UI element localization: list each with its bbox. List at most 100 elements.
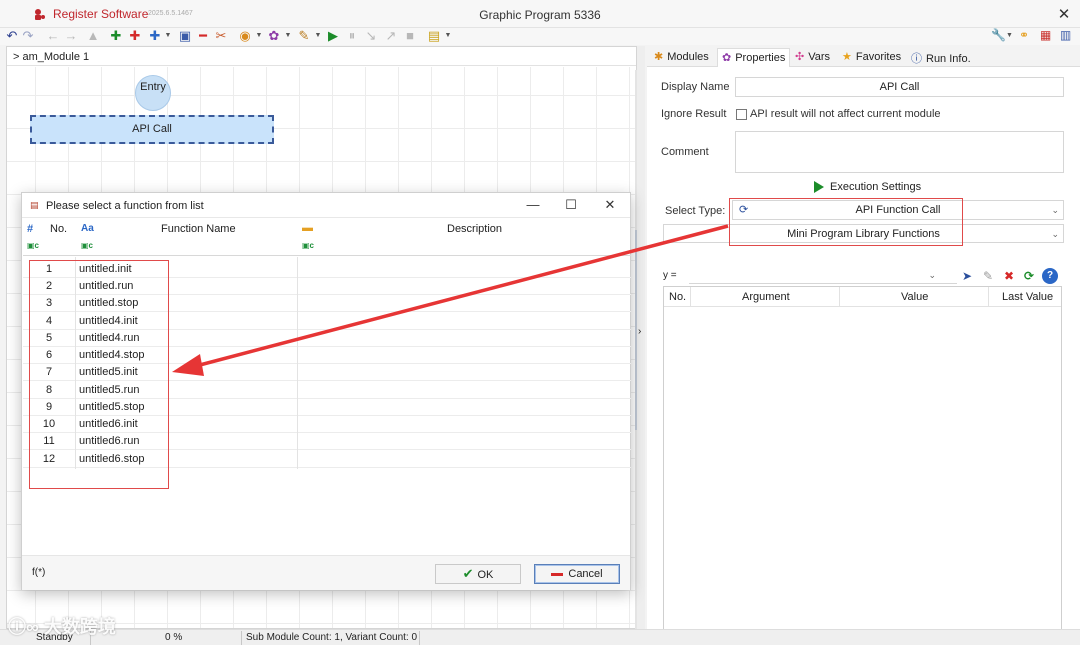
- refresh-icon[interactable]: ⟳: [1021, 268, 1037, 284]
- tab-label: Modules: [667, 51, 709, 63]
- redo-icon[interactable]: ↷: [21, 28, 35, 43]
- column-divider: [988, 287, 989, 307]
- chevron-down-icon: ⌄: [1051, 205, 1059, 215]
- document-dropdown-icon[interactable]: ▼: [441, 28, 455, 43]
- col-description[interactable]: Description: [447, 223, 502, 235]
- execution-settings-button[interactable]: Execution Settings: [814, 181, 922, 194]
- properties-panel: Display Name API Call Ignore Result API …: [647, 67, 1080, 630]
- arrow-right-icon[interactable]: →: [64, 28, 78, 43]
- comment-label: Comment: [661, 146, 709, 158]
- window-close-button[interactable]: ✕: [1056, 5, 1072, 23]
- watermark-text: 大数跨境: [43, 617, 116, 637]
- calendar-icon[interactable]: ▦: [1040, 28, 1051, 43]
- vars-icon: ✣: [795, 51, 805, 63]
- panel-splitter[interactable]: ›: [637, 46, 645, 629]
- filter-icon[interactable]: ▣c: [81, 241, 93, 250]
- cut-icon[interactable]: ✂: [214, 28, 228, 43]
- refresh-dropdown-icon[interactable]: ▼: [252, 28, 266, 43]
- execution-settings-label: Execution Settings: [830, 181, 922, 193]
- play-icon: [814, 181, 824, 194]
- dialog-footer: f(*) ✔ OK Cancel: [22, 555, 630, 590]
- arrow-up-icon[interactable]: ▲: [86, 28, 100, 43]
- cancel-button[interactable]: Cancel: [534, 564, 620, 584]
- collapse-arrow-icon[interactable]: ›: [638, 326, 641, 337]
- copy-icon[interactable]: ▣: [178, 28, 192, 43]
- layout-icon[interactable]: ▥: [1060, 28, 1071, 43]
- undo-icon[interactable]: ↶: [5, 28, 19, 43]
- edit-icon[interactable]: ✎: [297, 28, 311, 43]
- pencil-icon[interactable]: ✎: [980, 268, 996, 284]
- column-divider: [839, 287, 840, 307]
- function-list-icon: ▤: [30, 200, 39, 210]
- display-name-field[interactable]: API Call: [735, 77, 1064, 97]
- tab-label: Run Info.: [926, 53, 971, 65]
- chevron-down-icon: ⌄: [928, 270, 936, 280]
- gear-icon: ✿: [722, 52, 732, 64]
- col-function-name[interactable]: Function Name: [161, 223, 236, 235]
- watermark-logo-icon: ⓘ∞: [8, 617, 39, 637]
- ignore-result-checkbox[interactable]: [736, 109, 747, 120]
- arrow-left-icon[interactable]: ←: [46, 28, 60, 43]
- right-tabs: ✱ Modules ✿ Properties ✣ Vars ★ Favorites ⓘ R…: [647, 45, 1080, 67]
- filter-icon[interactable]: ▣c: [27, 241, 39, 250]
- tab-label: Properties: [735, 52, 786, 64]
- wrench-icon[interactable]: 🔧: [991, 28, 1006, 43]
- add-blue-icon[interactable]: ✚: [148, 28, 162, 43]
- tab-label: Favorites: [855, 51, 902, 63]
- args-col-value: Value: [901, 291, 929, 303]
- tab-favorites[interactable]: ★ Favorites: [838, 48, 905, 67]
- help-icon[interactable]: ?: [1042, 268, 1058, 284]
- tab-label: Vars: [808, 51, 831, 63]
- add-red-icon[interactable]: ✚: [128, 28, 142, 43]
- filter-icon[interactable]: ▣c: [302, 241, 314, 250]
- chevron-down-icon: ⌄: [1051, 229, 1059, 239]
- remove-icon[interactable]: ━: [196, 28, 210, 43]
- expression-row[interactable]: y = ⌄: [663, 270, 957, 284]
- settings-icon[interactable]: ✿: [267, 28, 281, 43]
- dialog-title: Please select a function from list: [46, 200, 204, 212]
- annotation-highlight-box: [729, 198, 963, 246]
- col-no[interactable]: No.: [50, 223, 67, 235]
- folder-icon: ▬: [302, 222, 313, 234]
- expression-prefix: y =: [663, 270, 677, 281]
- tab-run-info[interactable]: ⓘ Run Info.: [907, 48, 975, 67]
- wrench-dropdown-icon[interactable]: ▼: [1006, 28, 1013, 43]
- app-logo-icon: [35, 9, 45, 20]
- arguments-table-header: No. Argument Value Last Value: [664, 287, 1061, 307]
- cancel-label: Cancel: [568, 568, 603, 580]
- pause-icon[interactable]: ⏸: [345, 28, 359, 43]
- add-green-icon[interactable]: ✚: [109, 28, 123, 43]
- args-col-no: No.: [669, 291, 687, 303]
- maximize-button[interactable]: ☐: [562, 197, 580, 213]
- delete-icon[interactable]: ✖: [1001, 268, 1017, 284]
- minimize-button[interactable]: —: [524, 197, 542, 213]
- edit-dropdown-icon[interactable]: ▼: [311, 28, 325, 43]
- pointer-icon[interactable]: ➤: [959, 268, 975, 284]
- ok-button[interactable]: ✔ OK: [435, 564, 521, 584]
- minus-icon: [551, 572, 564, 576]
- dialog-close-button[interactable]: ✕: [601, 197, 619, 213]
- document-icon[interactable]: ▤: [427, 28, 441, 43]
- entry-node[interactable]: Entry: [135, 75, 171, 111]
- breadcrumb[interactable]: > am_Module 1: [7, 47, 636, 66]
- stop-icon[interactable]: ■: [403, 28, 417, 43]
- tab-properties[interactable]: ✿ Properties: [717, 48, 791, 67]
- run-icon[interactable]: ▶: [326, 28, 340, 43]
- refresh-icon[interactable]: ◉: [238, 28, 252, 43]
- ok-label: OK: [477, 569, 494, 581]
- status-counts: Sub Module Count: 1, Variant Count: 0: [246, 632, 418, 643]
- comment-field[interactable]: [735, 131, 1064, 173]
- tab-modules[interactable]: ✱ Modules: [650, 48, 713, 67]
- api-call-node[interactable]: API Call: [30, 115, 274, 144]
- tab-vars[interactable]: ✣ Vars: [791, 48, 834, 67]
- info-icon: ⓘ: [911, 53, 922, 65]
- args-col-last-value: Last Value: [1002, 291, 1054, 303]
- step-into-icon[interactable]: ↘: [364, 28, 378, 43]
- settings-dropdown-icon[interactable]: ▼: [281, 28, 295, 43]
- function-table-header: # No. Aa Function Name ▬ Description ▣c …: [23, 220, 631, 256]
- add-dropdown-icon[interactable]: ▼: [161, 28, 175, 43]
- step-out-icon[interactable]: ↗: [384, 28, 398, 43]
- link-icon[interactable]: ⚭: [1019, 28, 1029, 43]
- status-divider: [241, 631, 242, 645]
- formula-label: f(*): [32, 567, 46, 578]
